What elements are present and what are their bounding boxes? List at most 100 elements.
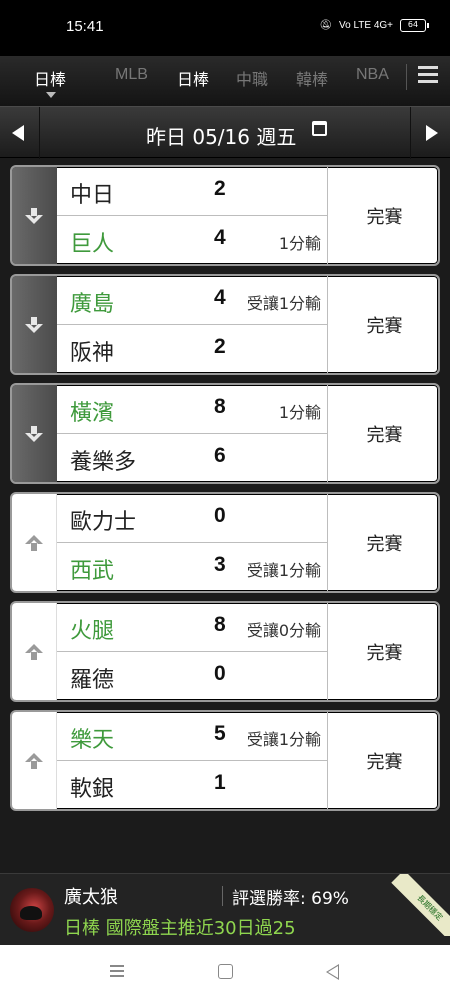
calendar-icon[interactable]	[312, 121, 327, 136]
team-score: 5	[214, 722, 226, 745]
team-row: 中日 2	[57, 167, 327, 216]
promo-badge: 長期穩定	[388, 874, 450, 936]
game-expand-toggle[interactable]	[12, 167, 57, 264]
date-label[interactable]: 昨日 05/16 週五	[146, 121, 296, 150]
team-row: 養樂多 6	[57, 434, 327, 482]
tab-mlb[interactable]: MLB	[115, 66, 148, 84]
game-expand-toggle[interactable]	[12, 276, 57, 373]
tab-kbo[interactable]: 韓棒	[296, 66, 328, 90]
game-status-cell: 完賽	[327, 712, 438, 809]
team-row: 樂天 5 受讓1分輸	[57, 712, 327, 761]
game-status-cell: 完賽	[327, 494, 438, 591]
triangle-left-icon	[12, 125, 24, 141]
game-card[interactable]: 中日 2 巨人 4 1分輸 完賽	[10, 165, 440, 266]
tab-nba[interactable]: NBA	[356, 66, 389, 84]
game-card[interactable]: 橫濱 8 1分輸 養樂多 6 完賽	[10, 383, 440, 484]
team-score: 8	[214, 613, 226, 636]
badge-ribbon: 長期穩定	[391, 874, 450, 936]
status-time: 15:41	[66, 18, 104, 35]
triangle-right-icon	[426, 125, 438, 141]
game-card[interactable]: 火腿 8 受讓0分輸 羅德 0 完賽	[10, 601, 440, 702]
handicap-note: 1分輸	[278, 234, 321, 253]
promo-banner[interactable]: 廣太狼 評選勝率: 69% 日棒 國際盤主推近30日過25 長期穩定	[0, 873, 450, 945]
game-expand-toggle[interactable]	[12, 385, 57, 482]
game-status-cell: 完賽	[327, 167, 438, 264]
handicap-note: 受讓1分輸	[246, 730, 321, 749]
game-expand-toggle[interactable]	[12, 603, 57, 700]
team-name: 巨人	[70, 232, 115, 257]
promo-line: 日棒 國際盤主推近30日過25	[64, 918, 296, 939]
date-bar: 昨日 05/16 週五	[0, 106, 450, 159]
team-name: 廣島	[70, 292, 115, 317]
game-expand-toggle[interactable]	[12, 712, 57, 809]
arrow-up-icon	[25, 535, 43, 551]
team-score: 2	[214, 335, 226, 358]
team-row: 火腿 8 受讓0分輸	[57, 603, 327, 652]
avatar	[10, 888, 54, 932]
promo-rate: 評選勝率: 69%	[232, 889, 349, 909]
team-name: 養樂多	[70, 450, 137, 475]
team-score: 0	[214, 662, 226, 685]
hamburger-icon[interactable]	[418, 66, 438, 84]
tab-dropdown-arrow-icon[interactable]	[46, 92, 56, 98]
team-row: 阪神 2	[57, 325, 327, 373]
game-card[interactable]: 樂天 5 受讓1分輸 軟銀 1 完賽	[10, 710, 440, 811]
promo-divider	[222, 886, 223, 906]
back-icon[interactable]	[326, 964, 339, 980]
team-name: 阪神	[70, 341, 115, 366]
team-score: 6	[214, 444, 226, 467]
team-score: 4	[214, 286, 226, 309]
signal-text: Vo LTE 4G+	[338, 20, 393, 31]
next-date-button[interactable]	[410, 107, 450, 159]
home-icon[interactable]	[218, 964, 233, 979]
team-name: 羅德	[70, 668, 115, 693]
game-status-cell: 完賽	[327, 603, 438, 700]
arrow-down-icon	[25, 317, 43, 333]
team-row: 橫濱 8 1分輸	[57, 385, 327, 434]
team-name: 橫濱	[70, 401, 115, 426]
recent-apps-icon[interactable]	[110, 965, 124, 977]
team-name: 軟銀	[70, 777, 115, 802]
game-expand-toggle[interactable]	[12, 494, 57, 591]
mute-icon: 🔕︎	[319, 20, 332, 31]
team-name: 樂天	[70, 728, 115, 753]
team-row: 廣島 4 受讓1分輸	[57, 276, 327, 325]
prev-date-button[interactable]	[0, 107, 40, 159]
game-status: 完賽	[366, 752, 403, 773]
team-score: 0	[214, 504, 226, 527]
team-name: 火腿	[70, 619, 115, 644]
tab-cpbl[interactable]: 中職	[236, 66, 268, 90]
team-score: 3	[214, 553, 226, 576]
team-name: 西武	[70, 559, 115, 584]
game-status-cell: 完賽	[327, 385, 438, 482]
handicap-note: 受讓1分輸	[246, 294, 321, 313]
arrow-up-icon	[25, 753, 43, 769]
game-card[interactable]: 廣島 4 受讓1分輸 阪神 2 完賽	[10, 274, 440, 375]
team-row: 軟銀 1	[57, 761, 327, 809]
tab-divider	[406, 64, 407, 90]
team-row: 歐力士 0	[57, 494, 327, 543]
system-nav-bar	[0, 945, 450, 1000]
tab-current-league[interactable]: 日棒	[34, 66, 66, 90]
game-status: 完賽	[366, 534, 403, 555]
status-bar: 15:41 🔕︎ Vo LTE 4G+ 64	[0, 0, 450, 56]
game-card[interactable]: 歐力士 0 西武 3 受讓1分輸 完賽	[10, 492, 440, 593]
promo-name: 廣太狼	[64, 887, 118, 908]
team-score: 1	[214, 771, 226, 794]
status-icons: 🔕︎ Vo LTE 4G+ 64	[319, 19, 429, 32]
team-row: 羅德 0	[57, 652, 327, 700]
team-name: 歐力士	[70, 510, 137, 535]
arrow-down-icon	[25, 208, 43, 224]
handicap-note: 1分輸	[278, 403, 321, 422]
team-name: 中日	[70, 183, 115, 208]
game-status: 完賽	[366, 643, 403, 664]
game-status: 完賽	[366, 316, 403, 337]
arrow-down-icon	[25, 426, 43, 442]
team-row: 巨人 4 1分輸	[57, 216, 327, 264]
handicap-note: 受讓0分輸	[246, 621, 321, 640]
team-row: 西武 3 受讓1分輸	[57, 543, 327, 591]
tab-npb[interactable]: 日棒	[177, 66, 209, 90]
team-score: 2	[214, 177, 226, 200]
game-status: 完賽	[366, 425, 403, 446]
game-status-cell: 完賽	[327, 276, 438, 373]
